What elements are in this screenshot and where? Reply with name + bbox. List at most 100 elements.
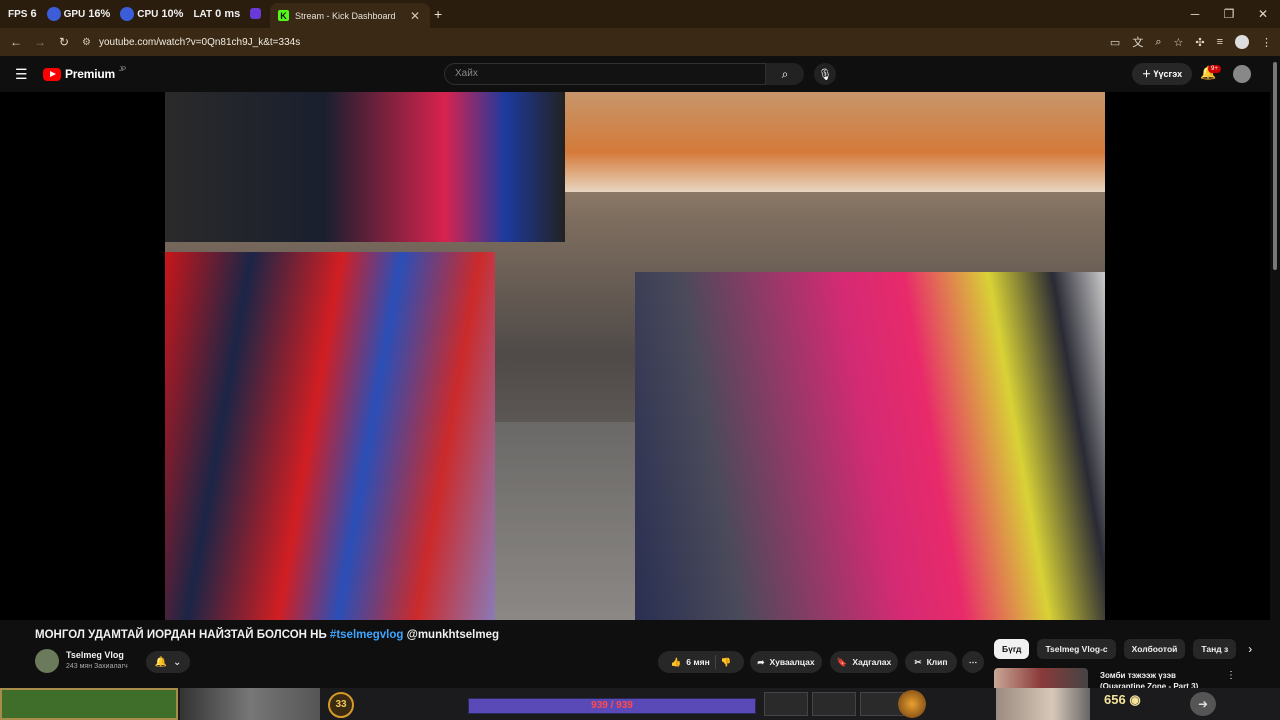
media-icon[interactable]: ≡: [1217, 36, 1223, 48]
recommendation-filter-chips: Бүгд Tselmeg Vlog-с Холбоотой Танд з ›: [994, 639, 1252, 659]
clip-label: Клип: [926, 657, 948, 667]
url-text: youtube.com/watch?v=0Qn81ch9J_k&t=334s: [98, 36, 301, 48]
game-level-badge: 33: [328, 692, 354, 718]
notification-badge: 9+: [1208, 65, 1221, 73]
youtube-play-icon: [43, 67, 61, 81]
browser-menu-icon[interactable]: ⋮: [1261, 36, 1272, 49]
search-icon: ⌕: [781, 66, 789, 81]
video-frame[interactable]: [165, 92, 1105, 620]
like-icon[interactable]: 👍: [671, 657, 682, 668]
subscription-bell-button[interactable]: 🔔 ⌄: [146, 651, 190, 673]
fps-label: FPS: [8, 8, 28, 20]
title-mention[interactable]: @munkhtselmeg: [403, 629, 499, 641]
back-icon[interactable]: ←: [4, 35, 28, 49]
save-label: Хадгалах: [852, 657, 892, 667]
url-field[interactable]: ⚙ youtube.com/watch?v=0Qn81ch9J_k&t=334s: [82, 37, 300, 48]
hanging-jackets: [165, 92, 565, 242]
game-minimap: [0, 688, 178, 720]
app-icon: [120, 7, 135, 21]
title-hashtag[interactable]: #tselmegvlog: [330, 629, 404, 641]
gold-value: 656: [1104, 692, 1126, 707]
channel-avatar[interactable]: [35, 649, 59, 673]
cpu-label: CPU: [137, 8, 159, 20]
plus-icon: ＋: [1142, 69, 1154, 79]
item-slot: [812, 692, 856, 716]
like-dislike-group: 👍 6 мян 👎: [658, 651, 744, 673]
chip-for-you[interactable]: Танд з: [1193, 639, 1237, 659]
like-count[interactable]: 6 мян: [686, 657, 709, 667]
bookmark-icon: 🔖: [836, 656, 848, 667]
chip-all[interactable]: Бүгд: [994, 639, 1030, 659]
more-actions-button[interactable]: ⋯: [962, 651, 984, 673]
translate-icon[interactable]: 文: [1132, 34, 1143, 50]
title-text: МОНГОЛ УДАМТАЙ ИОРДАН НАЙЗТАЙ БОЛСОН НЬ: [35, 629, 330, 641]
game-ability-orb: [898, 690, 926, 718]
game-hud-strip: 33 939 / 939 656 ◉ ➜: [0, 688, 1280, 720]
channel-name[interactable]: Tselmeg Vlog: [66, 650, 124, 660]
close-window-icon[interactable]: ✕: [1246, 0, 1280, 28]
search-button[interactable]: ⌕: [766, 63, 804, 85]
tab-title: Stream - Kick Dashboard: [295, 10, 396, 21]
reload-icon[interactable]: ↻: [52, 35, 76, 49]
share-button[interactable]: ➦ Хуваалцах: [750, 651, 822, 673]
kick-icon: K: [278, 10, 289, 21]
chip-related[interactable]: Холбоотой: [1123, 639, 1186, 659]
chevron-down-icon: ⌄: [173, 656, 182, 668]
chevron-right-icon[interactable]: ›: [1248, 642, 1252, 656]
recommendation-thumbnail[interactable]: [994, 668, 1088, 688]
minimize-icon[interactable]: ─: [1178, 0, 1212, 28]
clip-button[interactable]: ✂ Клип: [905, 651, 957, 673]
gold-coins-icon: ◉: [1129, 692, 1141, 707]
cast-icon[interactable]: ▭: [1110, 36, 1120, 49]
fps-stat: FPS 6: [8, 8, 37, 20]
mic-icon: 🎙: [818, 68, 832, 81]
hamburger-menu-icon[interactable]: ☰: [15, 66, 28, 83]
create-button[interactable]: ＋ Үүсгэх: [1132, 63, 1193, 85]
new-tab-button[interactable]: +: [434, 6, 442, 22]
zoom-icon[interactable]: ⌕: [1155, 36, 1161, 49]
webcam-overlay: [996, 688, 1090, 720]
gpu-value: 16%: [88, 8, 111, 20]
share-label: Хуваалцах: [769, 657, 815, 667]
gpu-label: GPU: [63, 8, 86, 20]
restore-icon[interactable]: ❐: [1212, 0, 1246, 28]
item-slot: [764, 692, 808, 716]
instagram-icon: [46, 7, 61, 21]
bookmark-star-icon[interactable]: ☆: [1173, 36, 1183, 49]
gpu-stat: GPU 16%: [46, 7, 111, 21]
toolbar-icons: ▭ 文 ⌕ ☆ ✣ ≡ ⋮: [1110, 28, 1272, 56]
market-tarp: [495, 92, 1105, 192]
extensions-icon[interactable]: ✣: [1195, 36, 1204, 49]
voice-search-button[interactable]: 🎙: [814, 63, 836, 85]
video-player[interactable]: [0, 92, 1270, 620]
account-avatar[interactable]: [1233, 65, 1251, 83]
perf-overlay: FPS 6 GPU 16% CPU 10% LAT 0 ms: [0, 7, 240, 21]
recommendation-more-icon[interactable]: ⋮: [1226, 670, 1236, 681]
profile-avatar[interactable]: [1235, 35, 1249, 49]
game-portrait: [180, 688, 320, 720]
extension-tab-icon[interactable]: [250, 8, 261, 19]
save-button[interactable]: 🔖 Хадгалах: [830, 651, 898, 673]
lat-label: LAT: [193, 8, 213, 20]
tab-kick-dashboard[interactable]: K Stream - Kick Dashboard ✕: [270, 3, 430, 28]
youtube-logo[interactable]: Premium JP: [43, 67, 126, 81]
lat-stat: LAT 0 ms: [193, 8, 240, 20]
scrollbar-thumb[interactable]: [1273, 62, 1277, 270]
search-input[interactable]: Хайх: [444, 63, 766, 85]
dislike-icon[interactable]: 👎: [721, 657, 732, 668]
address-bar: ← → ↻ ⚙ youtube.com/watch?v=0Qn81ch9J_k&…: [0, 28, 1280, 56]
lat-value: 0 ms: [215, 8, 241, 20]
video-info: МОНГОЛ УДАМТАЙ ИОРДАН НАЙЗТАЙ БОЛСОН НЬ …: [0, 620, 1270, 691]
game-item-slots: [764, 692, 904, 716]
game-gold: 656 ◉: [1104, 692, 1141, 708]
close-tab-icon[interactable]: ✕: [410, 9, 420, 23]
bell-icon: 🔔: [154, 656, 168, 668]
logo-text: Premium: [65, 67, 115, 81]
window-controls: ─ ❐ ✕: [1178, 0, 1280, 28]
youtube-masthead: ☰ Premium JP Хайх ⌕ 🎙 ＋ Үүсгэх 🔔 9+: [0, 56, 1280, 92]
browser-tab-strip: FPS 6 GPU 16% CPU 10% LAT 0 ms K Stream …: [0, 0, 1280, 28]
chip-from-channel[interactable]: Tselmeg Vlog-с: [1037, 639, 1116, 659]
site-info-icon[interactable]: ⚙: [82, 37, 91, 48]
logo-region: JP: [118, 67, 126, 73]
forward-icon[interactable]: →: [28, 35, 52, 49]
